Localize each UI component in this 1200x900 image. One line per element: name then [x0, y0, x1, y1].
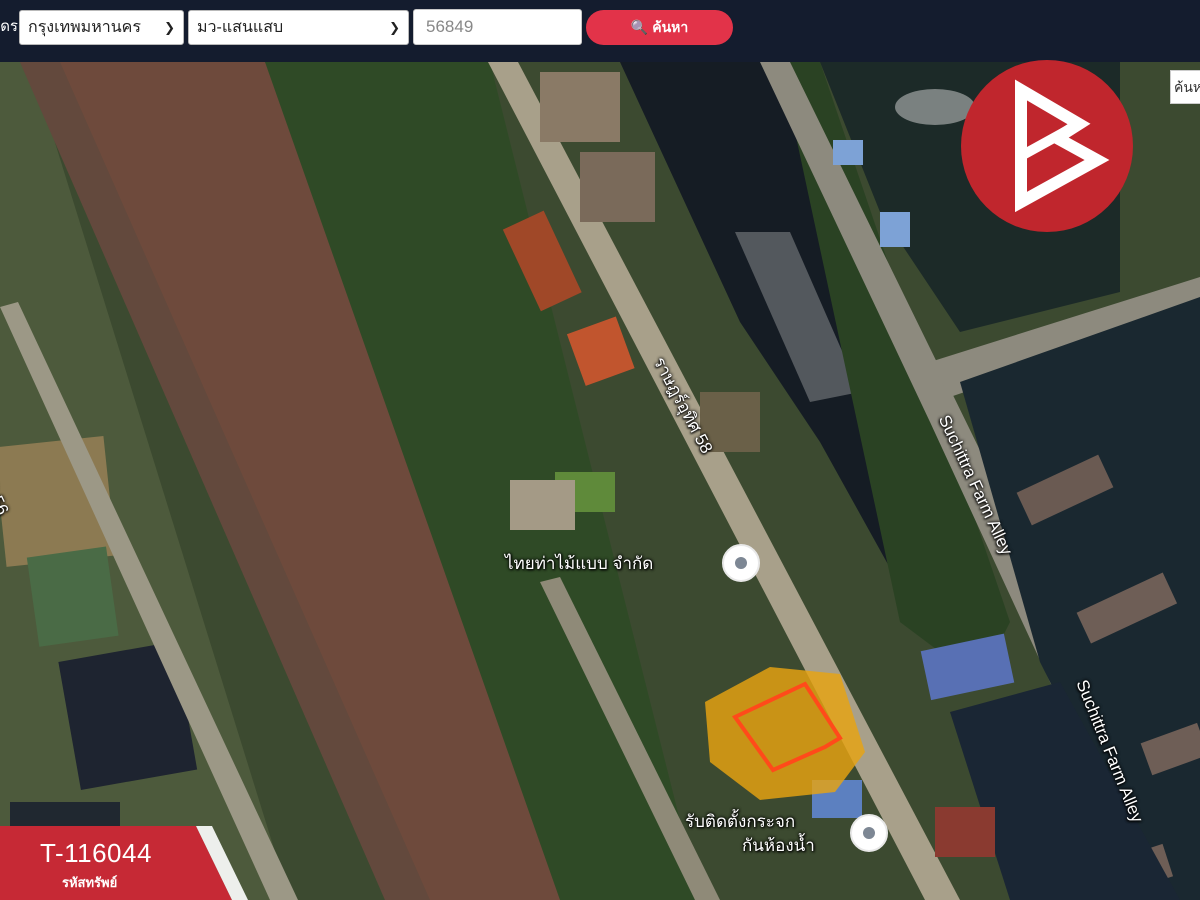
poi-label-thai-tha-mai: ไทยท่าไม้แบบ จำกัด: [505, 554, 654, 573]
province-select[interactable]: กรุงเทพมหานคร ❯: [19, 10, 184, 45]
logo-mark-icon: [1015, 79, 1110, 213]
poi-label-glass-install-line2: กันห้องน้ำ: [742, 836, 815, 855]
code-search-input[interactable]: [413, 9, 582, 45]
map-search-button[interactable]: ค้นห: [1170, 70, 1200, 104]
location-pin-icon[interactable]: [722, 544, 760, 582]
property-code-badge: T-116044 รหัสทรัพย์: [0, 826, 260, 900]
brand-logo: [961, 60, 1133, 232]
poi-label-glass-install-line1: รับติดตั้งกระจก: [685, 812, 796, 831]
province-select-value: กรุงเทพมหานคร: [28, 19, 141, 36]
location-pin-icon[interactable]: [850, 814, 888, 852]
search-icon: 🔍: [630, 19, 649, 35]
property-code: T-116044: [40, 838, 152, 868]
district-select-value: มว-แสนแสบ: [197, 19, 284, 36]
search-toolbar: ดร กรุงเทพมหานคร ❯ มว-แสนแสบ ❯ 🔍ค้นหา: [0, 0, 1200, 62]
chevron-down-icon: ❯: [389, 20, 400, 35]
chevron-down-icon: ❯: [164, 20, 175, 35]
search-button-label: ค้นหา: [652, 19, 689, 35]
district-select[interactable]: มว-แสนแสบ ❯: [188, 10, 409, 45]
toolbar-label: ดร: [0, 18, 18, 35]
search-button[interactable]: 🔍 ค้นหา: [586, 10, 733, 45]
property-code-label: รหัสทรัพย์: [62, 875, 118, 890]
